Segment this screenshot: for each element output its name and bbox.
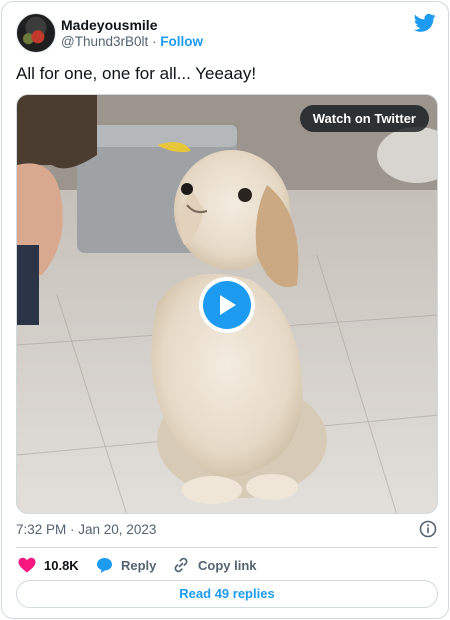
like-count: 10.8K — [44, 557, 79, 573]
copy-link-button[interactable]: Copy link — [172, 553, 257, 577]
reply-label: Reply — [121, 557, 157, 573]
follow-link[interactable]: Follow — [160, 34, 203, 49]
separator-dot: · — [152, 34, 157, 49]
reply-bubble-icon — [97, 557, 112, 573]
tweet-card: Madeyousmile @Thund3rB0lt · Follow All f… — [1, 1, 449, 619]
heart-icon — [18, 557, 36, 573]
play-button[interactable] — [199, 277, 255, 333]
author-handle[interactable]: @Thund3rB0lt — [61, 34, 148, 49]
info-icon[interactable] — [419, 520, 437, 538]
tweet-text: All for one, one for all... Yeeaay! — [16, 64, 257, 83]
watch-on-twitter-button[interactable]: Watch on Twitter — [299, 105, 429, 132]
tweet-timestamp[interactable]: 7:32 PM · Jan 20, 2023 — [16, 522, 156, 537]
author-name[interactable]: Madeyousmile — [61, 17, 157, 33]
twitter-bird-icon[interactable] — [414, 13, 436, 33]
author-handle-row: @Thund3rB0lt · Follow — [61, 34, 203, 49]
play-icon — [220, 295, 236, 315]
like-button[interactable]: 10.8K — [18, 553, 79, 577]
play-icon-circle — [203, 281, 251, 329]
reply-button[interactable]: Reply — [96, 553, 156, 577]
action-bar: 10.8K Reply Copy link — [16, 553, 438, 577]
link-icon — [174, 557, 188, 573]
video-player[interactable]: Watch on Twitter — [16, 94, 438, 514]
read-replies-button[interactable]: Read 49 replies — [16, 580, 438, 608]
copy-link-label: Copy link — [198, 557, 257, 573]
avatar[interactable] — [16, 13, 56, 53]
tweet-header: Madeyousmile @Thund3rB0lt · Follow — [16, 13, 438, 55]
divider — [16, 547, 438, 548]
